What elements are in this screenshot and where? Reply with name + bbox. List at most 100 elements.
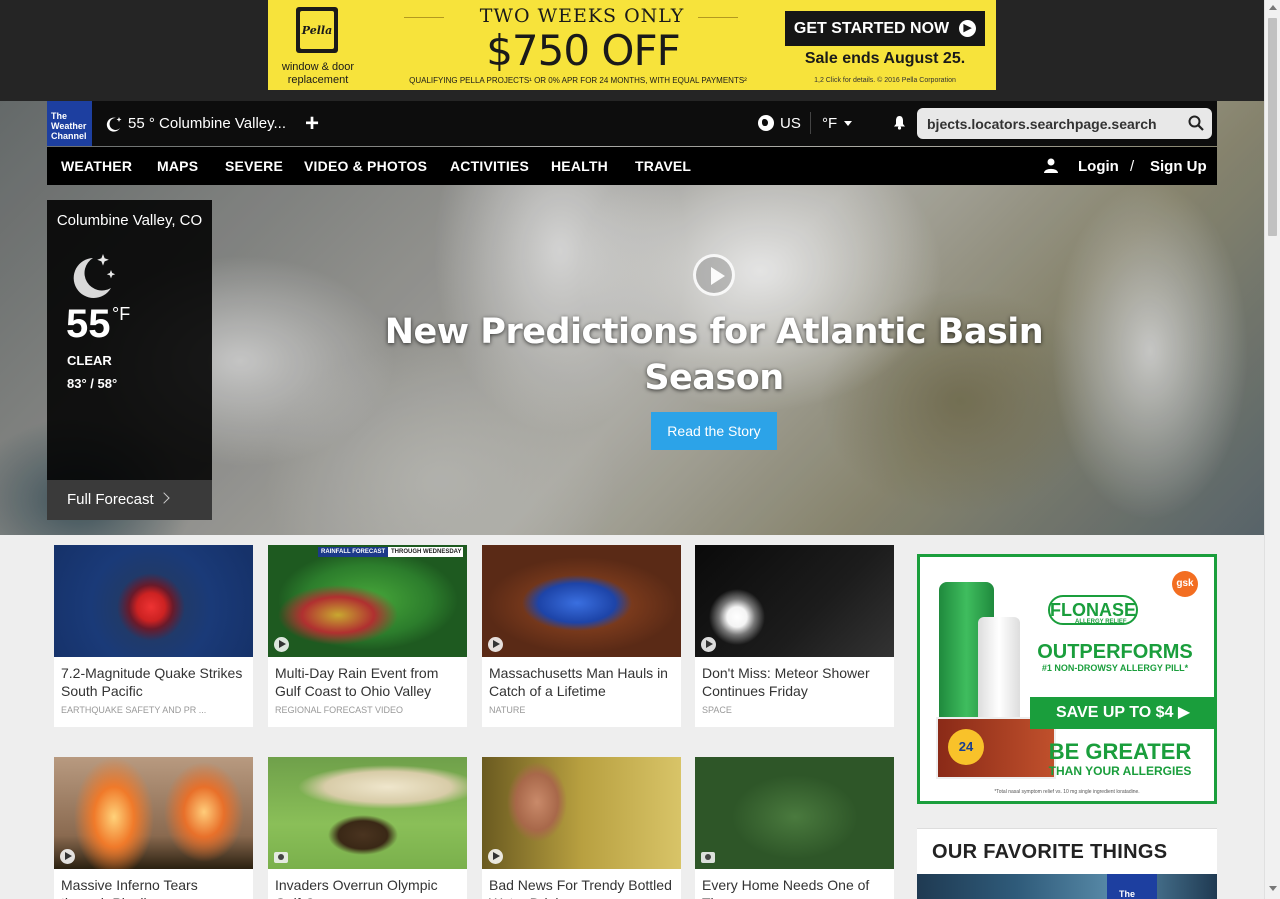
ad-fine-print: *Total nasal symptom relief vs. 10 mg si…: [994, 789, 1140, 795]
get-started-label: GET STARTED NOW: [793, 19, 950, 37]
arrow-right-icon: ▶: [959, 20, 977, 37]
camera-icon: [274, 852, 288, 863]
nav-health[interactable]: HEALTH: [551, 158, 608, 174]
add-location-button[interactable]: +: [305, 110, 319, 138]
nav-activities[interactable]: ACTIVITIES: [450, 158, 529, 174]
card-thumbnail-quake-map: [54, 545, 253, 657]
weather-channel-logo[interactable]: The Weather Channel: [47, 101, 92, 146]
moon-stars-icon: [73, 254, 116, 298]
news-card[interactable]: Massive Inferno Tears through Pipeline: [54, 757, 253, 899]
current-conditions-panel[interactable]: Columbine Valley, CO 55 °F CLEAR 83° / 5…: [47, 200, 212, 520]
ad-slogan-sub: THAN YOUR ALLERGIES: [1048, 764, 1192, 778]
signup-link[interactable]: Sign Up: [1150, 158, 1207, 175]
current-location: Columbine Valley, CO: [56, 212, 203, 229]
hero-headline[interactable]: New Predictions for Atlantic Basin Seaso…: [380, 309, 1048, 401]
pella-tagline: window & door replacement: [281, 61, 355, 86]
card-category: REGIONAL FORECAST VIDEO: [275, 705, 404, 715]
pella-ad-banner[interactable]: Pella window & door replacement TWO WEEK…: [268, 0, 996, 90]
login-separator: /: [1130, 158, 1135, 175]
high-low-temps: 83° / 58°: [67, 376, 118, 391]
play-icon: [701, 637, 716, 652]
news-card[interactable]: Bad News For Trendy Bottled Water Drinke…: [482, 757, 681, 899]
top-ad-band: Pella window & door replacement TWO WEEK…: [0, 0, 1280, 101]
current-temperature: 55: [66, 302, 111, 346]
card-title: Massive Inferno Tears through Pipeline: [61, 877, 198, 899]
search-input[interactable]: [917, 108, 1212, 139]
current-condition: CLEAR: [67, 353, 112, 368]
card-category: SPACE: [702, 705, 732, 715]
ad-headline: TWO WEEKS ONLY: [479, 5, 685, 27]
gsk-logo: gsk: [1172, 571, 1198, 597]
page-scrollbar[interactable]: [1264, 0, 1280, 899]
play-icon: [488, 849, 503, 864]
card-title: Bad News For Trendy Bottled Water Drinke…: [489, 877, 672, 899]
card-thumbnail-capybara: [268, 757, 467, 869]
nav-weather[interactable]: WEATHER: [61, 158, 132, 174]
nav-video-photos[interactable]: VIDEO & PHOTOS: [304, 158, 427, 174]
login-link[interactable]: Login: [1078, 158, 1119, 175]
play-icon: [488, 637, 503, 652]
favorite-things-image[interactable]: [917, 874, 1217, 899]
news-card[interactable]: RAINFALL FORECAST THROUGH WEDNESDAY Mult…: [268, 545, 467, 727]
header-bar: The Weather Channel 55 ° Columbine Valle…: [47, 101, 1217, 146]
full-forecast-button[interactable]: Full Forecast: [47, 480, 212, 520]
hero-play-icon[interactable]: [693, 254, 735, 296]
chevron-right-icon: [158, 492, 170, 504]
card-category: NATURE: [489, 705, 526, 715]
sale-fine-print: 1,2 Click for details. © 2016 Pella Corp…: [814, 77, 956, 84]
rain-forecast-period: THROUGH WEDNESDAY: [388, 547, 463, 557]
ad-fine-print: QUALIFYING PELLA PROJECTS¹ OR 0% APR FOR…: [409, 76, 747, 85]
unit-selector[interactable]: °F: [822, 115, 837, 132]
region-selector[interactable]: US: [780, 115, 801, 132]
scroll-up-arrow-icon[interactable]: [1269, 5, 1277, 10]
temperature-unit: °F: [112, 304, 131, 324]
card-title: Invaders Overrun Olympic Golf Course: [275, 877, 438, 899]
save-offer-button[interactable]: SAVE UP TO $4 ▶: [1030, 697, 1214, 729]
bell-icon[interactable]: [893, 115, 906, 130]
nav-maps[interactable]: MAPS: [157, 158, 198, 174]
card-thumbnail-blue-lobster: [482, 545, 681, 657]
our-favorite-things-module: OUR FAVORITE THINGS The: [917, 828, 1217, 899]
user-icon[interactable]: [1044, 158, 1058, 173]
scroll-down-arrow-icon[interactable]: [1269, 886, 1277, 891]
scroll-thumb[interactable]: [1268, 18, 1277, 236]
news-card[interactable]: Every Home Needs One of These: [695, 757, 894, 899]
weather-channel-logo: The: [1107, 874, 1157, 899]
card-title: Massachusetts Man Hauls in Catch of a Li…: [489, 665, 668, 699]
card-title: Every Home Needs One of These: [702, 877, 870, 899]
flonase-ad[interactable]: 24 gsk FLONASE ALLERGY RELIEF OUTPERFORM…: [917, 554, 1217, 804]
main-nav: WEATHER MAPS SEVERE VIDEO & PHOTOS ACTIV…: [47, 147, 1217, 185]
card-thumbnail-bottled-water: [482, 757, 681, 869]
get-started-button[interactable]: GET STARTED NOW ▶: [785, 11, 985, 46]
globe-icon[interactable]: [758, 115, 774, 131]
card-thumbnail-inferno: [54, 757, 253, 869]
search-icon[interactable]: [1188, 115, 1204, 131]
news-card[interactable]: Massachusetts Man Hauls in Catch of a Li…: [482, 545, 681, 727]
full-forecast-label: Full Forecast: [67, 491, 154, 508]
news-card[interactable]: Invaders Overrun Olympic Golf Course: [268, 757, 467, 899]
play-icon: [60, 849, 75, 864]
moon-stars-icon: [106, 117, 122, 132]
ad-headline: OUTPERFORMS: [1037, 641, 1193, 663]
pella-logo-text: Pella: [301, 23, 333, 37]
nav-travel[interactable]: TRAVEL: [635, 158, 691, 174]
pella-logo: Pella: [296, 7, 338, 53]
news-card[interactable]: Don't Miss: Meteor Shower Continues Frid…: [695, 545, 894, 727]
chevron-down-icon[interactable]: [844, 121, 852, 126]
read-the-story-button[interactable]: Read the Story: [651, 412, 777, 450]
card-thumbnail-meteor: [695, 545, 894, 657]
card-thumbnail-aloe-plant: [695, 757, 894, 869]
card-category: EARTHQUAKE SAFETY AND PR ...: [61, 705, 207, 715]
news-card[interactable]: 7.2-Magnitude Quake Strikes South Pacifi…: [54, 545, 253, 727]
ad-slogan: BE GREATER: [1048, 739, 1192, 764]
card-title: Multi-Day Rain Event from Gulf Coast to …: [275, 665, 439, 699]
nav-severe[interactable]: SEVERE: [225, 158, 283, 174]
24-hour-badge: 24: [948, 729, 984, 765]
module-title: OUR FAVORITE THINGS: [932, 841, 1168, 863]
card-thumbnail-rain-map: RAINFALL FORECAST THROUGH WEDNESDAY: [268, 545, 467, 657]
ad-price: $750 OFF: [486, 26, 681, 75]
card-title: Don't Miss: Meteor Shower Continues Frid…: [702, 665, 870, 699]
rain-forecast-label: RAINFALL FORECAST: [318, 547, 388, 557]
ad-subheadline: #1 NON-DROWSY ALLERGY PILL*: [1041, 663, 1189, 673]
saved-location[interactable]: 55 ° Columbine Valley...: [128, 115, 286, 132]
